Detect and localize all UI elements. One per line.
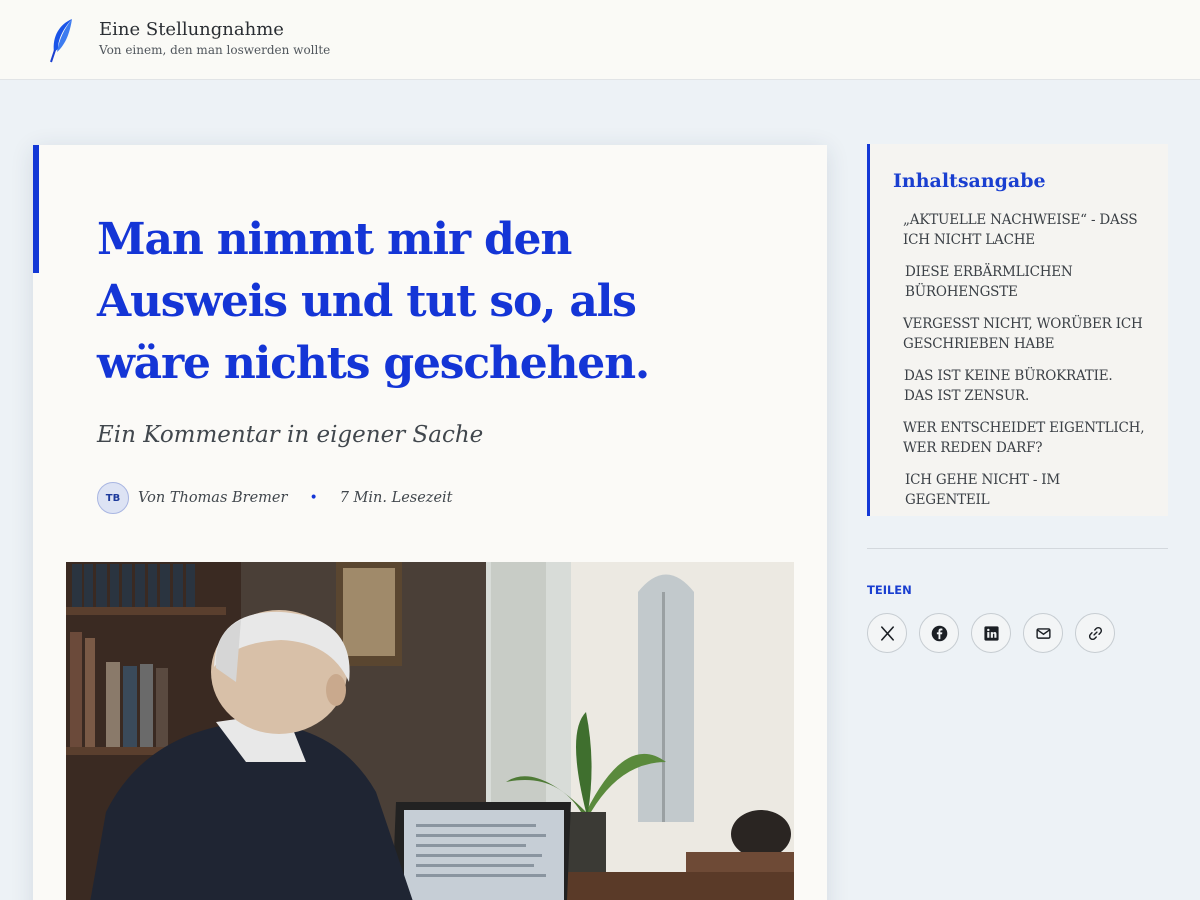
x-icon — [880, 625, 894, 641]
toc-heading: Inhaltsangabe — [893, 170, 1046, 192]
author-name: Von Thomas Bremer — [138, 490, 288, 506]
hero-image — [66, 562, 794, 900]
share-x-button[interactable] — [867, 613, 907, 653]
share-linkedin-button[interactable] — [971, 613, 1011, 653]
link-icon — [1088, 626, 1102, 640]
toc-item[interactable]: Das ist keine Bürokratie. Das ist Zensur… — [904, 366, 1145, 406]
share-link-button[interactable] — [1075, 613, 1115, 653]
linkedin-icon — [983, 625, 999, 641]
mail-icon — [1035, 627, 1051, 639]
hero-illustration — [66, 562, 794, 900]
meta-separator: • — [309, 490, 318, 506]
site-tagline: Von einem, den man loswerden wollte — [99, 43, 331, 57]
toc-item[interactable]: Vergesst nicht, worüber ich geschrieben … — [903, 314, 1145, 354]
title-accent-bar — [33, 145, 39, 273]
toc-item[interactable]: „Aktuelle Nachweise“ - dass ich nicht la… — [903, 210, 1145, 250]
share-facebook-button[interactable] — [919, 613, 959, 653]
facebook-icon — [931, 625, 947, 641]
article-card: Man nimmt mir den Ausweis und tut so, al… — [33, 145, 827, 900]
article-meta: TB Von Thomas Bremer • 7 Min. Lesezeit — [97, 482, 453, 514]
article-title: Man nimmt mir den Ausweis und tut so, al… — [97, 214, 650, 389]
toc-item[interactable]: Ich gehe nicht - im Gegenteil — [905, 470, 1145, 510]
article-subtitle: Ein Kommentar in eigener Sache — [97, 422, 484, 448]
share-buttons — [867, 613, 1127, 653]
share-label: TEILEN — [867, 583, 912, 597]
reading-time: 7 Min. Lesezeit — [339, 490, 453, 506]
feather-icon[interactable] — [46, 16, 78, 64]
table-of-contents: Inhaltsangabe „Aktuelle Nachweise“ - das… — [867, 144, 1168, 516]
sidebar-divider — [867, 548, 1168, 549]
toc-item[interactable]: Diese erbärmlichen Bürohengste — [905, 262, 1145, 302]
toc-list: „Aktuelle Nachweise“ - dass ich nicht la… — [903, 210, 1145, 522]
share-mail-button[interactable] — [1023, 613, 1063, 653]
site-header: Eine Stellungnahme Von einem, den man lo… — [0, 0, 1200, 80]
site-title[interactable]: Eine Stellungnahme — [99, 19, 284, 40]
toc-item[interactable]: Wer entscheidet eigentlich, wer reden da… — [903, 418, 1145, 458]
avatar: TB — [97, 482, 129, 514]
